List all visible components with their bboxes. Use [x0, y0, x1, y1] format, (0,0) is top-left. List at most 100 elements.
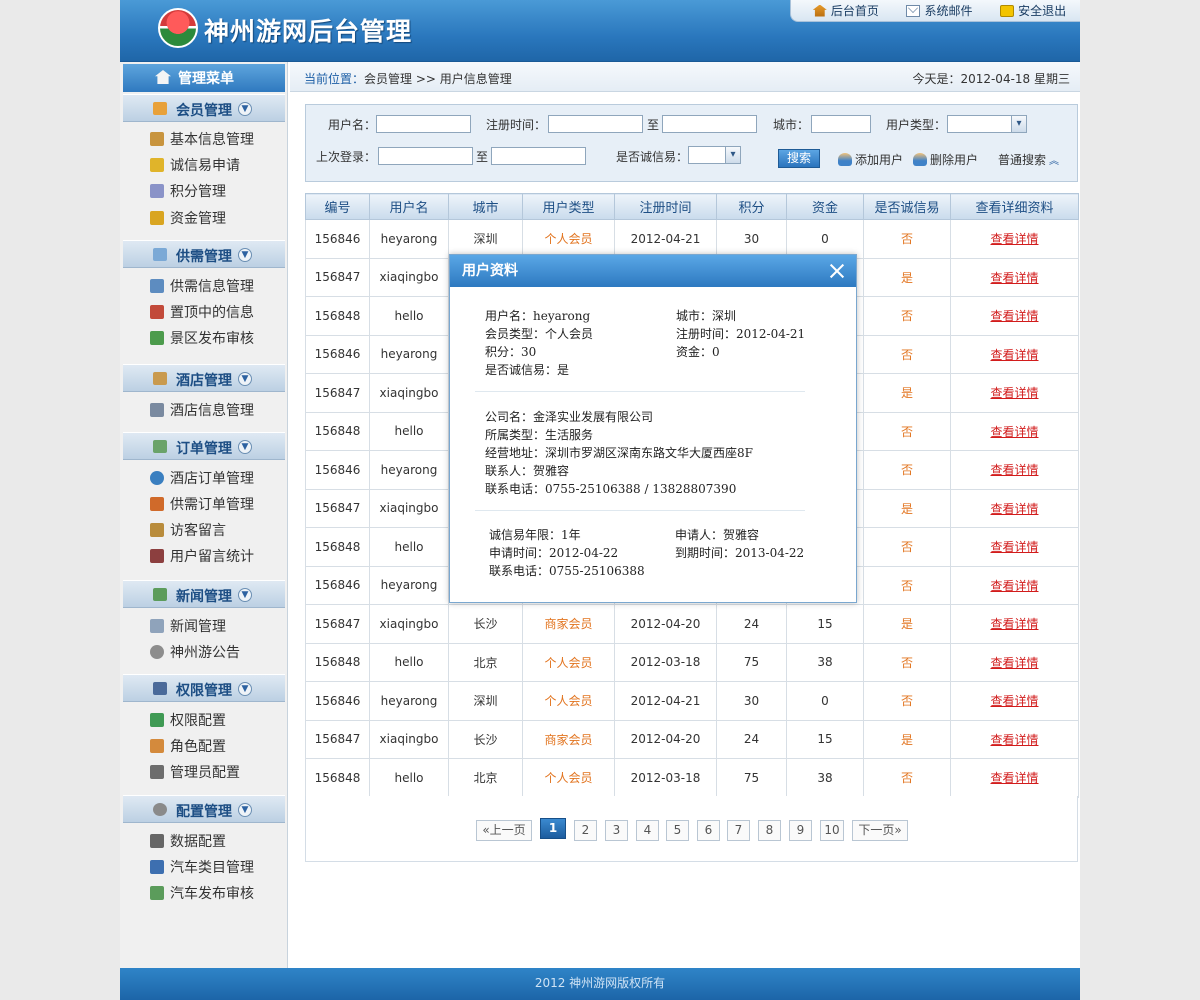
- home-link[interactable]: 后台首页: [812, 2, 879, 19]
- sidebar-item-supply-orders[interactable]: 供需订单管理: [150, 493, 254, 515]
- cell-id: 156848: [305, 411, 370, 451]
- col-username[interactable]: 用户名: [369, 193, 449, 220]
- cell-id: 156847: [305, 604, 370, 644]
- col-reg-time[interactable]: 注册时间: [614, 193, 717, 220]
- sidebar-item-data-config[interactable]: 数据配置: [150, 830, 226, 852]
- document-icon: [150, 619, 164, 633]
- col-points[interactable]: 积分: [716, 193, 787, 220]
- sidebar-item-permission-config[interactable]: 权限配置: [150, 709, 226, 731]
- sidebar-item-scenic-review[interactable]: 景区发布审核: [150, 327, 254, 349]
- view-details-link[interactable]: 查看详情: [990, 617, 1038, 631]
- normal-search-toggle[interactable]: 普通搜索 ︽: [998, 151, 1059, 168]
- page-3-button[interactable]: 3: [605, 820, 628, 841]
- view-details-link[interactable]: 查看详情: [990, 733, 1038, 747]
- chevron-up-icon: ︽: [1049, 156, 1060, 167]
- group-settings[interactable]: 配置管理 ▼: [123, 795, 285, 823]
- cell-username: heyarong: [369, 681, 449, 721]
- page-2-button[interactable]: 2: [574, 820, 597, 841]
- cell-details: 查看详情: [950, 642, 1079, 682]
- view-details-link[interactable]: 查看详情: [990, 502, 1038, 516]
- sidebar-item-supply-info[interactable]: 供需信息管理: [150, 275, 254, 297]
- sidebar-item-admin-config[interactable]: 管理员配置: [150, 761, 240, 783]
- sidebar-item-news[interactable]: 新闻管理: [150, 615, 226, 637]
- view-details-link[interactable]: 查看详情: [990, 540, 1038, 554]
- view-details-link[interactable]: 查看详情: [990, 271, 1038, 285]
- sidebar-item-msg-stats[interactable]: 用户留言统计: [150, 545, 254, 567]
- col-city[interactable]: 城市: [448, 193, 523, 220]
- view-details-link[interactable]: 查看详情: [990, 425, 1038, 439]
- view-details-link[interactable]: 查看详情: [990, 656, 1038, 670]
- page-10-button[interactable]: 10: [820, 820, 844, 841]
- page-6-button[interactable]: 6: [697, 820, 720, 841]
- cell-details: 查看详情: [950, 334, 1079, 374]
- cell-id: 156846: [305, 450, 370, 490]
- view-details-link[interactable]: 查看详情: [990, 232, 1038, 246]
- page-9-button[interactable]: 9: [789, 820, 812, 841]
- delete-user-button[interactable]: 删除用户: [913, 151, 978, 168]
- view-details-link[interactable]: 查看详情: [990, 386, 1038, 400]
- view-details-link[interactable]: 查看详情: [990, 309, 1038, 323]
- sidebar: 管理菜单 会员管理 ▼ 基本信息管理 诚信易申请 积分管理 资金管理 供需管理 …: [120, 62, 288, 968]
- close-icon[interactable]: [828, 262, 846, 280]
- sidebar-item-hotel-orders[interactable]: 酒店订单管理: [150, 467, 254, 489]
- lastlogin-to-input[interactable]: [491, 147, 586, 165]
- page-5-button[interactable]: 5: [666, 820, 689, 841]
- sidebar-item-pinned[interactable]: 置顶中的信息: [150, 301, 254, 323]
- page-8-button[interactable]: 8: [758, 820, 781, 841]
- logout-link[interactable]: 安全退出: [1000, 2, 1066, 19]
- group-permission[interactable]: 权限管理 ▼: [123, 674, 285, 702]
- cell-username: hello: [369, 411, 449, 451]
- username-input[interactable]: [376, 115, 471, 133]
- cell-points: 24: [716, 604, 787, 644]
- group-supply[interactable]: 供需管理 ▼: [123, 240, 285, 268]
- sidebar-item-car-review[interactable]: 汽车发布审核: [150, 882, 254, 904]
- prev-page-button[interactable]: «上一页: [476, 820, 532, 841]
- group-order[interactable]: 订单管理 ▼: [123, 432, 285, 460]
- view-details-link[interactable]: 查看详情: [990, 463, 1038, 477]
- next-page-button[interactable]: 下一页»: [852, 820, 908, 841]
- sidebar-item-funds[interactable]: 资金管理: [150, 207, 226, 229]
- sidebar-item-hotel-info[interactable]: 酒店信息管理: [150, 399, 254, 421]
- search-button[interactable]: 搜索: [778, 149, 820, 168]
- city-input[interactable]: [811, 115, 871, 133]
- group-member[interactable]: 会员管理 ▼: [123, 94, 285, 122]
- mail-link[interactable]: 系统邮件: [906, 2, 972, 19]
- sidebar-item-basic-info[interactable]: 基本信息管理: [150, 128, 254, 150]
- page-1-button[interactable]: 1: [540, 818, 566, 839]
- sidebar-item-credit-apply[interactable]: 诚信易申请: [150, 154, 240, 176]
- cell-city: 北京: [448, 758, 523, 798]
- speech-bubble-icon: [150, 645, 164, 659]
- sidebar-item-points[interactable]: 积分管理: [150, 180, 226, 202]
- lastlogin-from-input[interactable]: [378, 147, 473, 165]
- col-credit[interactable]: 是否诚信易: [863, 193, 951, 220]
- page-7-button[interactable]: 7: [727, 820, 750, 841]
- add-user-button[interactable]: 添加用户: [838, 151, 903, 168]
- breadcrumb: 当前位置：会员管理 >> 用户信息管理: [304, 72, 512, 86]
- col-details[interactable]: 查看详细资料: [950, 193, 1079, 220]
- cell-reg-time: 2012-04-21: [614, 219, 717, 259]
- view-details-link[interactable]: 查看详情: [990, 348, 1038, 362]
- usertype-select[interactable]: [947, 115, 1027, 133]
- page-4-button[interactable]: 4: [636, 820, 659, 841]
- regtime-from-input[interactable]: [548, 115, 643, 133]
- view-details-link[interactable]: 查看详情: [990, 579, 1038, 593]
- col-user-type[interactable]: 用户类型: [522, 193, 615, 220]
- sidebar-item-visitor-msg[interactable]: 访客留言: [150, 519, 226, 541]
- sidebar-item-role-config[interactable]: 角色配置: [150, 735, 226, 757]
- members-icon: [153, 102, 167, 115]
- view-details-link[interactable]: 查看详情: [990, 694, 1038, 708]
- dialog-header: 用户资料: [450, 255, 856, 287]
- sidebar-item-car-category[interactable]: 汽车类目管理: [150, 856, 254, 878]
- col-id[interactable]: 编号: [305, 193, 370, 220]
- regtime-to-input[interactable]: [662, 115, 757, 133]
- sidebar-item-notice[interactable]: 神州游公告: [150, 641, 240, 663]
- view-details-link[interactable]: 查看详情: [990, 771, 1038, 785]
- table-row: 156846 heyarong 深圳 个人会员 2012-04-21 30 0 否 查看详情: [305, 219, 1079, 259]
- chevron-down-icon: ▼: [238, 803, 252, 817]
- group-hotel[interactable]: 酒店管理 ▼: [123, 364, 285, 392]
- credit-select[interactable]: [688, 146, 741, 164]
- col-funds[interactable]: 资金: [786, 193, 864, 220]
- group-news[interactable]: 新闻管理 ▼: [123, 580, 285, 608]
- cell-funds: 0: [786, 681, 864, 721]
- cell-funds: 38: [786, 758, 864, 798]
